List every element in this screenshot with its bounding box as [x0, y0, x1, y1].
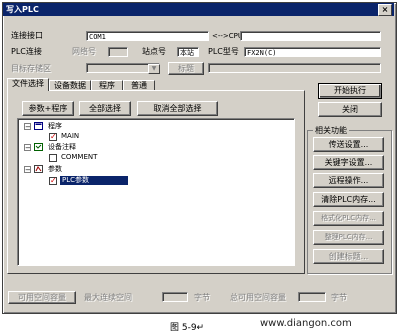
execute-button[interactable]: 开始执行 — [318, 83, 382, 99]
tree-node-device-comment[interactable]: 设备注释 — [48, 143, 76, 152]
param-program-button[interactable]: 参数+程序 — [22, 101, 74, 116]
max-free-unit: 字节 — [194, 293, 210, 302]
plc-param-checkbox[interactable]: ✓ — [49, 177, 57, 185]
watermark: www.diangon.com — [260, 318, 352, 329]
create-title-button: 创建标题... — [313, 249, 384, 264]
tab-file-select[interactable]: 文件选择 — [7, 78, 49, 91]
organize-plc-memory-button: 整理PLC内存... — [313, 230, 384, 245]
collapse-program-icon[interactable]: − — [24, 123, 31, 131]
free-space-button: 可用空间容量 — [8, 291, 76, 304]
comment-checkbox[interactable] — [49, 154, 57, 162]
tree-node-main[interactable]: MAIN — [61, 132, 79, 141]
tree-node-comment[interactable]: COMMENT — [61, 153, 97, 162]
total-free-unit: 字节 — [331, 293, 347, 302]
port-field[interactable]: COM1 — [86, 31, 209, 41]
total-free-field — [298, 292, 326, 302]
keyword-settings-button[interactable]: 关键字设置... — [313, 155, 384, 170]
remote-operation-button[interactable]: 远程操作... — [313, 173, 384, 188]
collapse-param-icon[interactable]: − — [24, 166, 31, 174]
param-folder-icon — [34, 165, 43, 173]
tree-node-param[interactable]: 参数 — [48, 165, 62, 174]
window-title: 写入PLC — [6, 5, 39, 14]
figure-caption: 图 5-9↵ — [170, 323, 205, 333]
target-memory-label: 目标存储区 — [11, 64, 51, 73]
file-tree[interactable] — [17, 118, 295, 266]
plc-type-field[interactable]: FX2N(C) — [244, 47, 381, 57]
close-button[interactable]: 关闭 — [318, 102, 382, 117]
main-checkbox[interactable]: ✓ — [49, 133, 57, 141]
program-folder-icon — [34, 122, 43, 130]
connection-label: 连接接口 — [11, 31, 43, 40]
plc-connection-label: PLC连接 — [11, 47, 42, 56]
title-bar: 写入PLC × — [3, 3, 394, 16]
close-icon[interactable]: × — [378, 4, 392, 16]
station-label: 站点号 — [142, 47, 166, 56]
title-field — [208, 63, 381, 73]
device-comment-icon — [34, 143, 43, 151]
network-label: 网络号 — [72, 47, 96, 56]
max-free-label: 最大连续空间 — [84, 293, 132, 302]
title-button: 标题 — [168, 62, 204, 75]
total-free-label: 总可用空间容量 — [230, 293, 286, 302]
related-functions-label: 相关功能 — [313, 126, 349, 136]
tree-node-program[interactable]: 程序 — [48, 122, 62, 131]
max-free-field — [162, 292, 188, 302]
format-plc-memory-button: 格式化PLC内存... — [313, 211, 384, 226]
tree-node-plc-param[interactable]: PLC参数 — [60, 176, 128, 185]
plc-type-label: PLC型号 — [208, 47, 239, 56]
deselect-all-button[interactable]: 取消全部选择 — [137, 101, 218, 116]
transfer-settings-button[interactable]: 传送设置... — [313, 137, 384, 152]
cpu-unit-field[interactable] — [240, 31, 381, 41]
collapse-comment-icon[interactable]: − — [24, 144, 31, 152]
station-field[interactable]: 本站 — [177, 47, 199, 57]
network-field — [108, 47, 128, 57]
clear-plc-memory-button[interactable]: 清除PLC内存... — [313, 192, 384, 207]
arrow-text: <--> — [212, 32, 229, 40]
select-all-button[interactable]: 全部选择 — [79, 101, 131, 116]
chevron-down-icon: ▼ — [148, 64, 160, 74]
